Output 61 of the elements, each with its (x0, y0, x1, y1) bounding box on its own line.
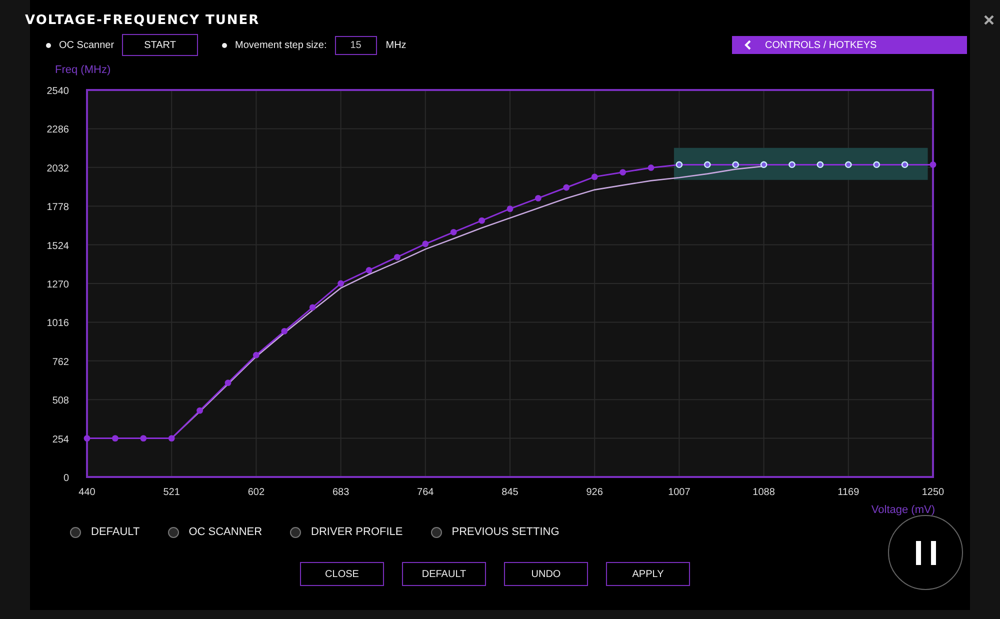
preset-radio[interactable]: PREVIOUS SETTING (430, 526, 560, 538)
curve-point[interactable] (224, 380, 232, 386)
action-button[interactable]: CLOSE (300, 562, 384, 586)
x-tick-label: 440 (78, 487, 96, 498)
preset-radio[interactable]: DRIVER PROFILE (290, 526, 403, 538)
x-tick-label: 1007 (668, 487, 690, 498)
curve-point[interactable] (338, 280, 344, 287)
y-tick-label: 2032 (46, 163, 69, 174)
curve-point[interactable] (704, 161, 711, 168)
curve-point[interactable] (788, 161, 796, 168)
curve-point[interactable] (253, 352, 260, 358)
action-button[interactable]: APPLY (606, 562, 690, 586)
curve-point[interactable] (873, 161, 880, 168)
pause-button[interactable] (888, 515, 963, 590)
x-tick-label: 1250 (922, 487, 944, 498)
curve-point[interactable] (845, 161, 852, 168)
curve-point[interactable] (816, 161, 824, 168)
curve-point[interactable] (732, 161, 739, 168)
y-tick-label: 254 (52, 434, 69, 446)
action-button[interactable]: DEFAULT (402, 562, 486, 586)
x-tick-label: 1088 (752, 487, 775, 498)
x-tick-label: 683 (332, 487, 350, 498)
step-size-field[interactable]: 15 (334, 36, 377, 54)
curve-point[interactable] (196, 407, 203, 414)
oc-scanner-label: OC Scanner (59, 40, 114, 50)
pause-icon (914, 540, 938, 566)
controls-hotkeys-button[interactable]: CONTROLS / HOTKEYS (732, 36, 967, 54)
close-button[interactable] (984, 12, 994, 28)
x-tick-label: 521 (163, 487, 180, 498)
curve-point[interactable] (281, 328, 288, 334)
curve-point[interactable] (760, 161, 768, 168)
chevron-left-icon (744, 40, 751, 50)
preset-radio[interactable]: DEFAULT (70, 526, 140, 538)
y-tick-label: 1016 (46, 318, 69, 330)
y-tick-label: 1270 (46, 280, 69, 290)
y-tick-label: 2540 (46, 86, 69, 97)
unit-label: MHz (386, 40, 406, 50)
y-tick-label: 508 (52, 396, 69, 407)
x-tick-label: 764 (417, 487, 434, 498)
y-tick-label: 0 (63, 473, 69, 484)
x-tick-label: 1169 (838, 487, 860, 498)
y-tick-label: 1524 (46, 240, 69, 252)
curve-point[interactable] (676, 161, 683, 168)
y-axis-title: Freq (MHz) (55, 64, 111, 76)
step-size-label: Movement step size: (235, 40, 327, 50)
y-tick-label: 762 (52, 356, 69, 368)
curve-point[interactable] (901, 161, 908, 168)
x-tick-label: 602 (248, 487, 265, 498)
bullet-dot (46, 42, 51, 48)
start-button[interactable]: START (122, 34, 198, 56)
curve-point[interactable] (366, 267, 372, 274)
y-tick-label: 1778 (46, 202, 69, 214)
x-tick-label: 926 (586, 487, 603, 498)
x-tick-label: 845 (502, 487, 518, 498)
y-tick-label: 2286 (46, 124, 69, 136)
curve-point[interactable] (309, 304, 316, 311)
bullet-dot (222, 42, 228, 48)
x-axis-title: Voltage (mV) (871, 504, 935, 516)
action-button[interactable]: UNDO (504, 562, 588, 586)
preset-radio[interactable]: OC SCANNER (168, 526, 262, 538)
window-title: VOLTAGE-FREQUENCY TUNER (25, 12, 260, 28)
